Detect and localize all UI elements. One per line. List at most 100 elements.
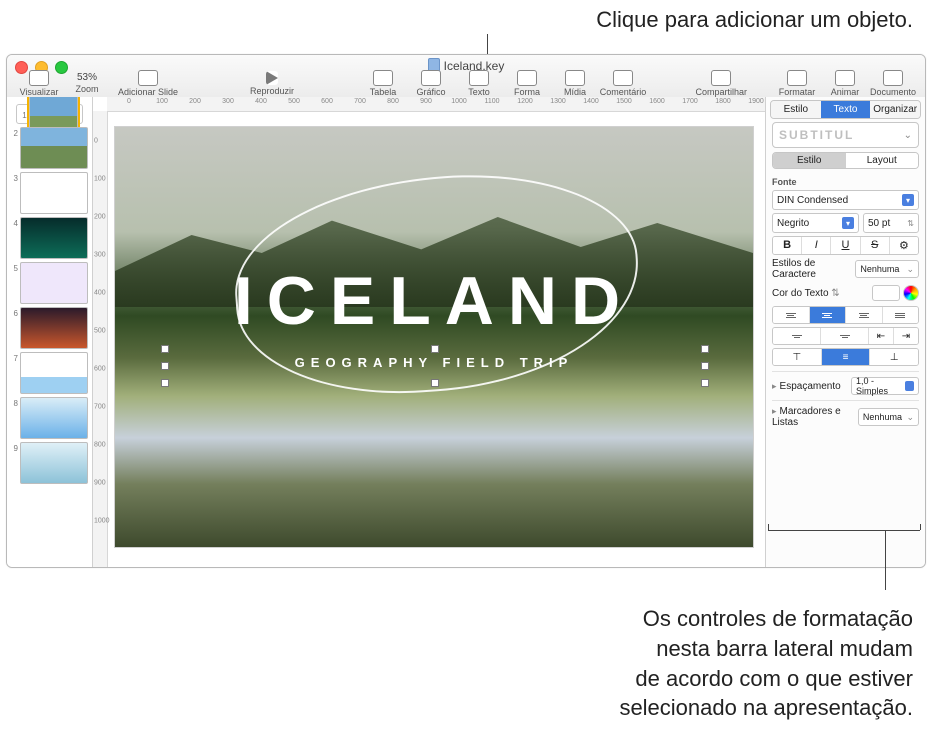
slide-title[interactable]: ICELAND	[115, 262, 753, 340]
slide-navigator[interactable]: 1 2 3 4 5 6 7 8 9	[7, 97, 93, 567]
inspector-tabs[interactable]: Estilo Texto Organizar	[770, 100, 921, 119]
document-button[interactable]: Documento	[869, 70, 917, 97]
horizontal-align[interactable]	[772, 306, 919, 324]
slide-thumb-5[interactable]: 5	[10, 262, 89, 304]
strike-button[interactable]: S	[861, 237, 890, 254]
font-family-value: DIN Condensed	[777, 195, 848, 206]
share-button[interactable]: Compartilhar	[695, 70, 747, 97]
resize-handle[interactable]	[701, 379, 709, 387]
spacing-select[interactable]: 1,0 - Simples	[851, 377, 919, 395]
view-button[interactable]: Visualizar	[15, 70, 63, 97]
indent-button[interactable]: ⇥	[894, 328, 918, 344]
format-inspector: Estilo Texto Organizar SUBTITUL ⌄ Estilo…	[765, 97, 925, 567]
color-wheel-icon[interactable]	[903, 285, 919, 301]
add-slide-label: Adicionar Slide	[118, 87, 178, 97]
resize-handle[interactable]	[701, 345, 709, 353]
bullets-disclosure[interactable]: ▸Marcadores e Listas Nenhuma⌄	[772, 400, 919, 428]
slide-thumb-image	[20, 262, 88, 304]
align-left-button[interactable]	[773, 307, 810, 323]
align-justify-button[interactable]	[883, 307, 919, 323]
advanced-button[interactable]: ⚙︎	[890, 237, 918, 254]
align-right-button[interactable]	[846, 307, 883, 323]
tab-arrange[interactable]: Organizar	[870, 101, 920, 118]
text-button[interactable]: Texto	[455, 70, 503, 97]
subtab-style[interactable]: Estilo	[773, 153, 846, 168]
play-button[interactable]: Reproduzir	[235, 71, 309, 96]
slide-number: 4	[10, 217, 18, 228]
resize-handle[interactable]	[701, 362, 709, 370]
slide-thumb-image	[20, 442, 88, 484]
slide-thumb-image	[20, 307, 88, 349]
align-auto-right-button[interactable]	[821, 328, 869, 344]
horizontal-align-2[interactable]: ⇤ ⇥	[772, 327, 919, 345]
slide-thumb-1[interactable]: 1	[16, 104, 83, 124]
underline-button[interactable]: U	[831, 237, 860, 254]
font-weight-select[interactable]: Negrito▾	[772, 213, 859, 233]
comment-label: Comentário	[600, 87, 647, 97]
tab-style[interactable]: Estilo	[771, 101, 821, 118]
chevron-down-icon: ⌄	[906, 264, 914, 275]
chart-button[interactable]: Gráfico	[407, 70, 455, 97]
comment-button[interactable]: Comentário	[599, 70, 647, 97]
animate-button[interactable]: Animar	[821, 70, 869, 97]
tab-text[interactable]: Texto	[821, 101, 871, 118]
slide-thumb-image	[20, 397, 88, 439]
add-slide-button[interactable]: Adicionar Slide	[111, 70, 185, 97]
slide-canvas-area[interactable]: 0100200300400500600700800900100011001200…	[93, 97, 765, 567]
zoom-label: Zoom	[75, 84, 98, 94]
spacing-disclosure[interactable]: ▸Espaçamento 1,0 - Simples	[772, 371, 919, 395]
valign-middle-button[interactable]: ≡	[822, 349, 871, 365]
comment-icon	[613, 70, 633, 86]
align-auto-left-button[interactable]	[773, 328, 821, 344]
slide-number: 5	[10, 262, 18, 273]
dropdown-icon	[905, 381, 914, 391]
callout-leader-bottom	[885, 530, 886, 590]
add-slide-icon	[138, 70, 158, 86]
shape-label: Forma	[514, 87, 540, 97]
slide[interactable]: ICELAND GEOGRAPHY FIELD TRIP	[115, 127, 753, 547]
align-center-button[interactable]	[810, 307, 847, 323]
selection-box[interactable]	[165, 349, 705, 383]
paragraph-style-selector[interactable]: SUBTITUL ⌄	[772, 122, 919, 148]
callout-bracket-bottom-r	[920, 524, 921, 530]
slide-thumb-7[interactable]: 7	[10, 352, 89, 394]
spacing-value: 1,0 - Simples	[856, 376, 905, 396]
animate-icon	[835, 70, 855, 86]
slide-thumb-8[interactable]: 8	[10, 397, 89, 439]
media-button[interactable]: Mídia	[551, 70, 599, 97]
slide-thumb-4[interactable]: 4	[10, 217, 89, 259]
outdent-button[interactable]: ⇤	[869, 328, 894, 344]
font-size-stepper[interactable]: 50 pt⇅	[863, 213, 919, 233]
resize-handle[interactable]	[161, 362, 169, 370]
resize-handle[interactable]	[161, 379, 169, 387]
italic-button[interactable]: I	[802, 237, 831, 254]
vertical-align[interactable]: ⊤ ≡ ⊥	[772, 348, 919, 366]
dropdown-icon: ▾	[842, 217, 854, 229]
resize-handle[interactable]	[161, 345, 169, 353]
chart-label: Gráfico	[416, 87, 445, 97]
spacing-label: Espaçamento	[780, 381, 841, 392]
text-icon	[469, 70, 489, 86]
document-icon-btn	[883, 70, 903, 86]
slide-thumb-9[interactable]: 9	[10, 442, 89, 484]
valign-bottom-button[interactable]: ⊥	[870, 349, 918, 365]
slide-thumb-2[interactable]: 2	[10, 127, 89, 169]
character-styles-select[interactable]: Nenhuma⌄	[855, 260, 919, 278]
font-style-buttons[interactable]: B I U S ⚙︎	[772, 236, 919, 255]
shape-button[interactable]: Forma	[503, 70, 551, 97]
resize-handle[interactable]	[431, 345, 439, 353]
format-button[interactable]: Formatar	[773, 70, 821, 97]
resize-handle[interactable]	[431, 379, 439, 387]
text-color-swatch[interactable]	[872, 285, 900, 301]
bullets-select[interactable]: Nenhuma⌄	[858, 408, 919, 426]
subtab-layout[interactable]: Layout	[846, 153, 919, 168]
slide-thumb-6[interactable]: 6	[10, 307, 89, 349]
table-button[interactable]: Tabela	[359, 70, 407, 97]
chart-icon	[421, 70, 441, 86]
zoom-button[interactable]: 53%Zoom	[63, 72, 111, 94]
valign-top-button[interactable]: ⊤	[773, 349, 822, 365]
font-family-select[interactable]: DIN Condensed▾	[772, 190, 919, 210]
text-subtabs[interactable]: Estilo Layout	[772, 152, 919, 169]
slide-thumb-3[interactable]: 3	[10, 172, 89, 214]
bold-button[interactable]: B	[773, 237, 802, 254]
